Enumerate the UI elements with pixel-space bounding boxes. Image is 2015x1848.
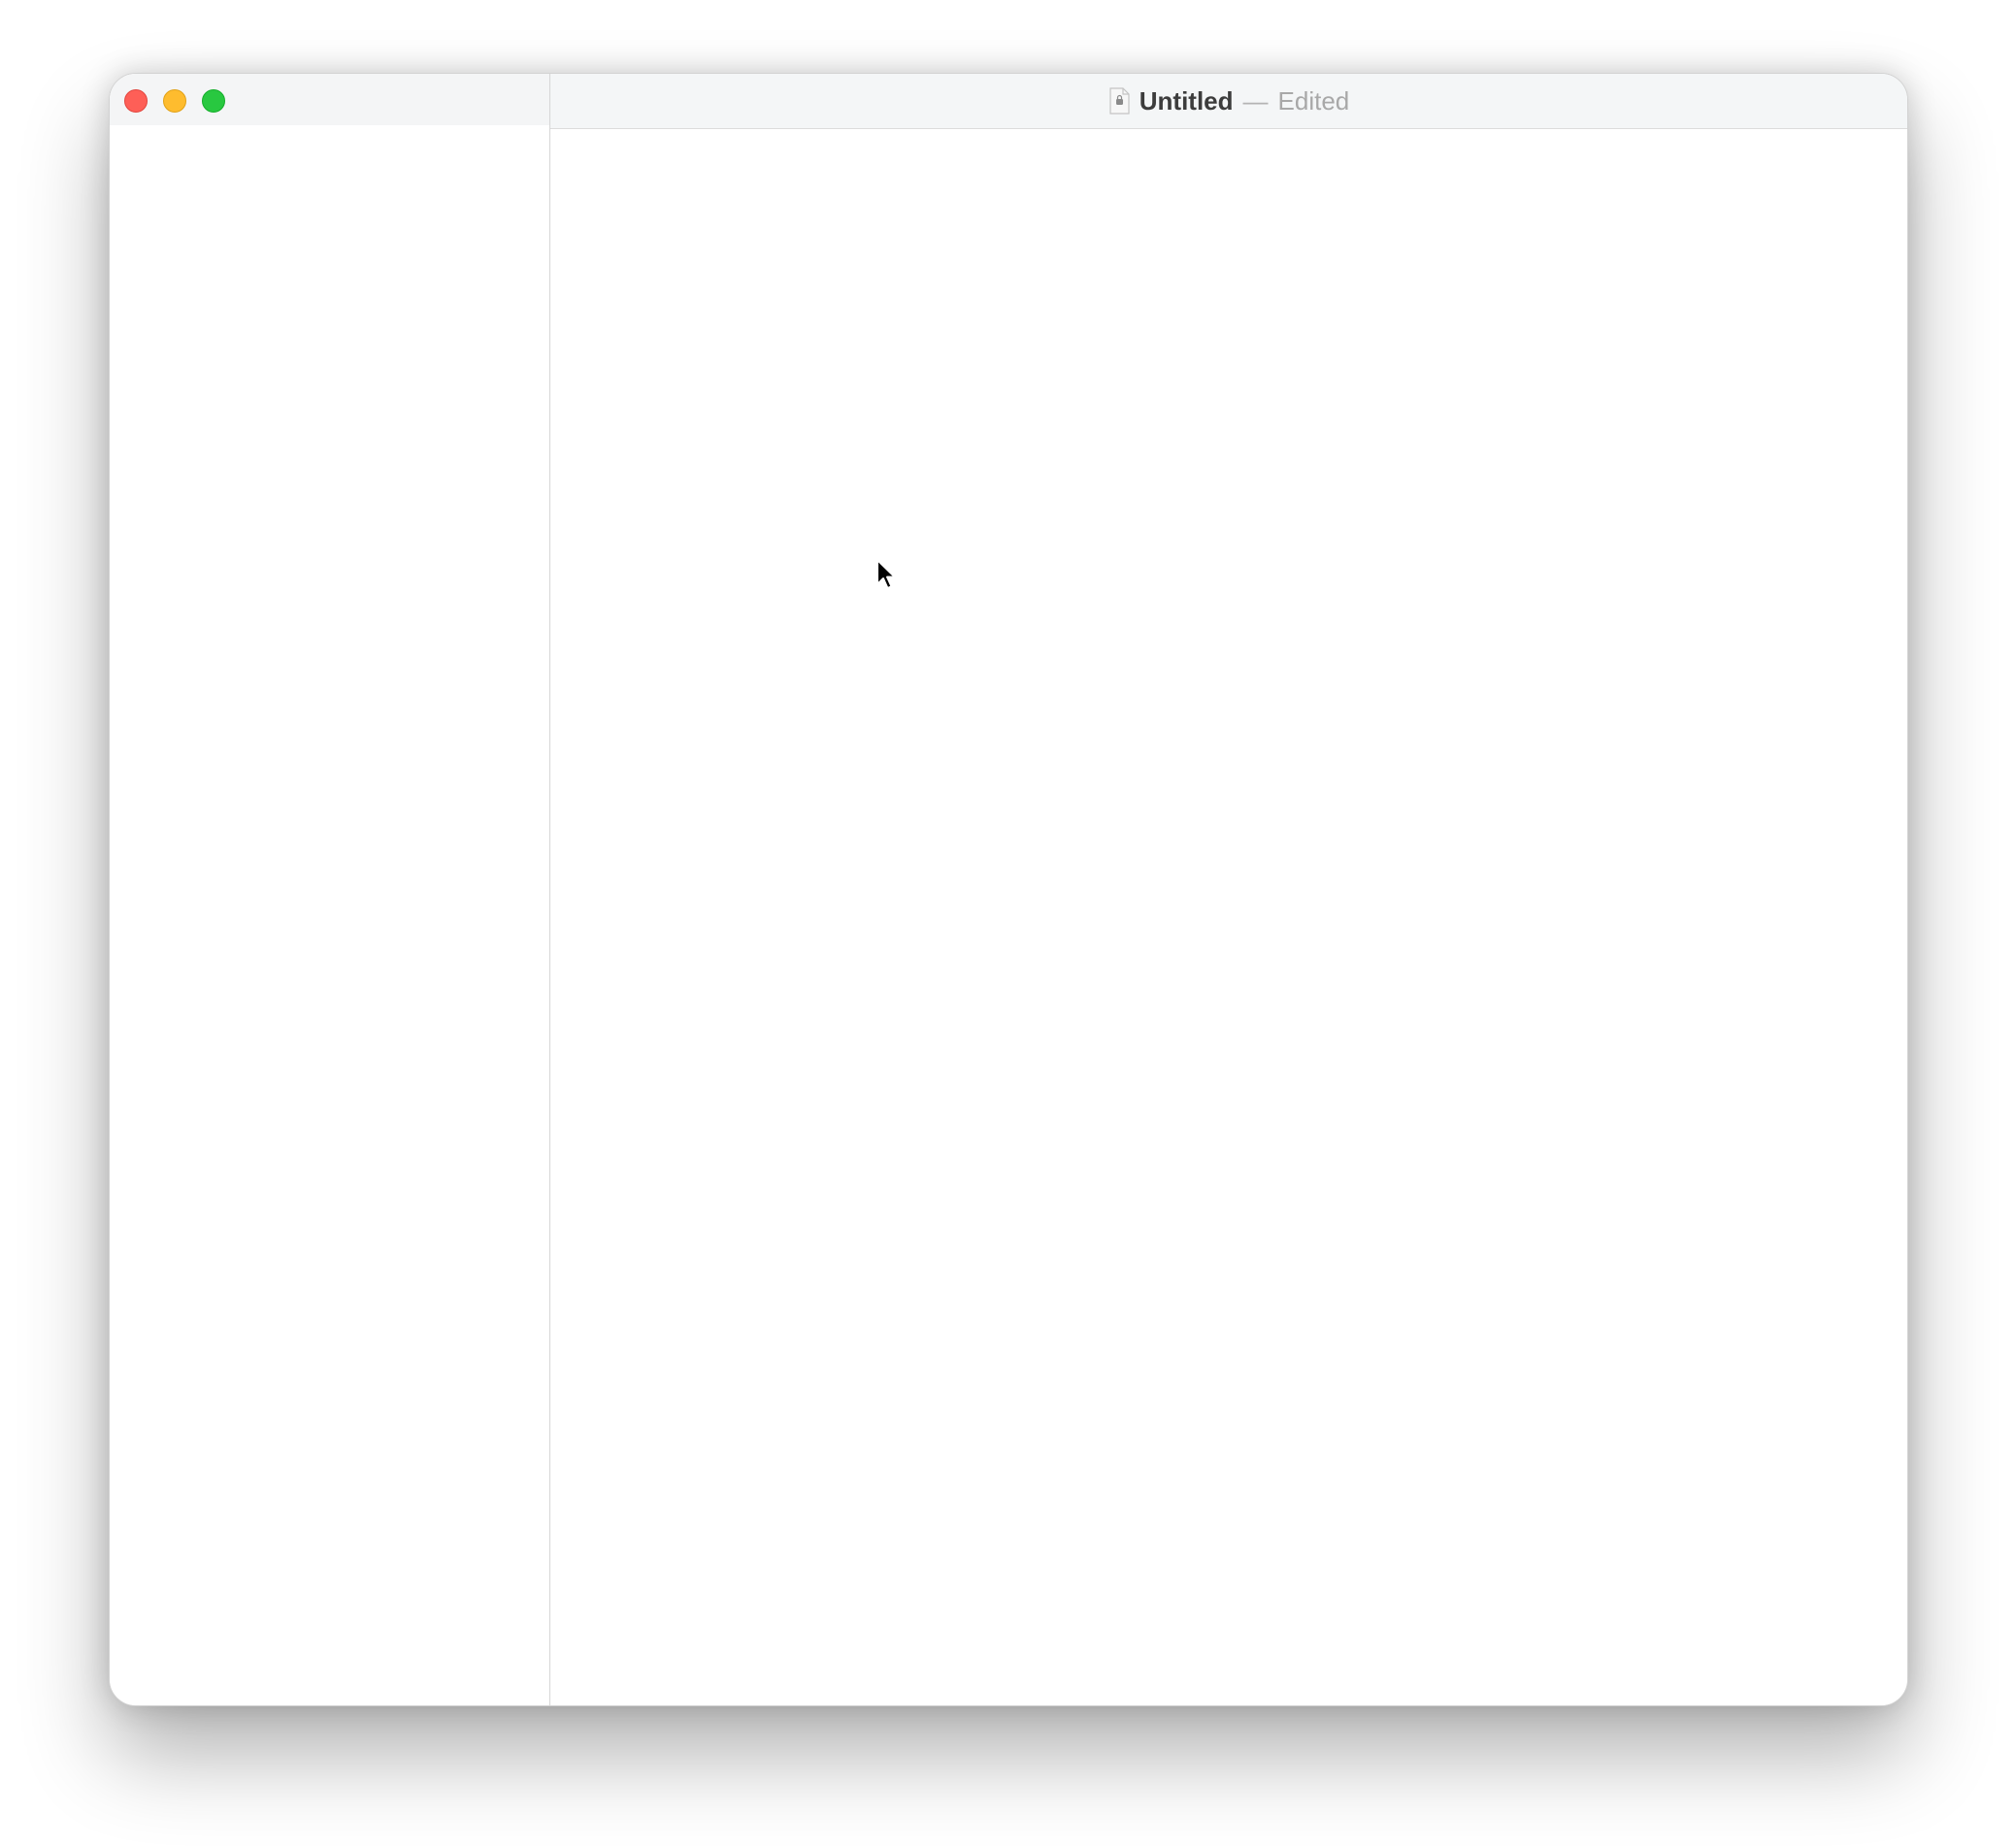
title-separator: — [1242, 85, 1269, 116]
window-controls [124, 89, 225, 113]
zoom-button[interactable] [202, 89, 225, 113]
window-title[interactable]: Untitled — Edited [550, 74, 1907, 128]
minimize-button[interactable] [163, 89, 186, 113]
document-icon [1108, 87, 1130, 115]
titlebar: Untitled — Edited [550, 74, 1907, 129]
edited-status: Edited [1277, 85, 1350, 116]
sidebar-titlebar [110, 74, 549, 125]
sidebar [110, 74, 550, 1705]
close-button[interactable] [124, 89, 148, 113]
document-content-area[interactable] [550, 129, 1907, 1705]
mouse-pointer-icon [875, 558, 901, 593]
document-title: Untitled [1139, 85, 1234, 116]
app-window: Untitled — Edited [109, 73, 1908, 1706]
